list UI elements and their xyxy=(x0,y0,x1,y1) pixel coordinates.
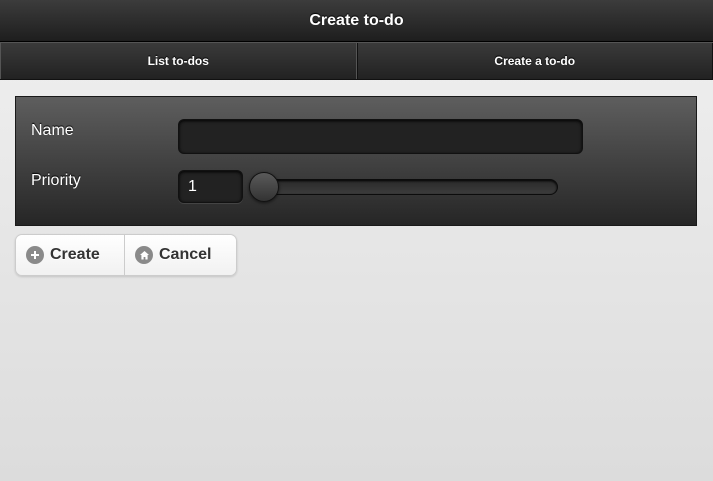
cancel-button-label: Cancel xyxy=(159,246,212,263)
navbar: List to-dos Create a to-do xyxy=(0,42,713,80)
home-icon xyxy=(135,246,153,264)
form-actions: Create Cancel xyxy=(15,234,237,276)
priority-input[interactable] xyxy=(178,170,243,203)
name-label: Name xyxy=(31,122,74,139)
todo-form: Name Priority xyxy=(15,96,697,226)
nav-item-list-todos[interactable]: List to-dos xyxy=(0,43,357,79)
priority-label: Priority xyxy=(31,172,81,189)
name-input[interactable] xyxy=(178,119,583,154)
create-button-label: Create xyxy=(50,246,100,263)
priority-slider-handle[interactable] xyxy=(249,172,279,202)
priority-slider-track[interactable] xyxy=(251,179,558,195)
header-bar: Create to-do xyxy=(0,0,713,42)
cancel-button[interactable]: Cancel xyxy=(125,235,236,275)
nav-item-label: Create a to-do xyxy=(494,54,576,68)
plus-icon xyxy=(26,246,44,264)
page-title: Create to-do xyxy=(309,11,404,29)
nav-item-create-todo[interactable]: Create a to-do xyxy=(356,43,713,79)
create-button[interactable]: Create xyxy=(16,235,125,275)
nav-item-label: List to-dos xyxy=(147,54,209,68)
